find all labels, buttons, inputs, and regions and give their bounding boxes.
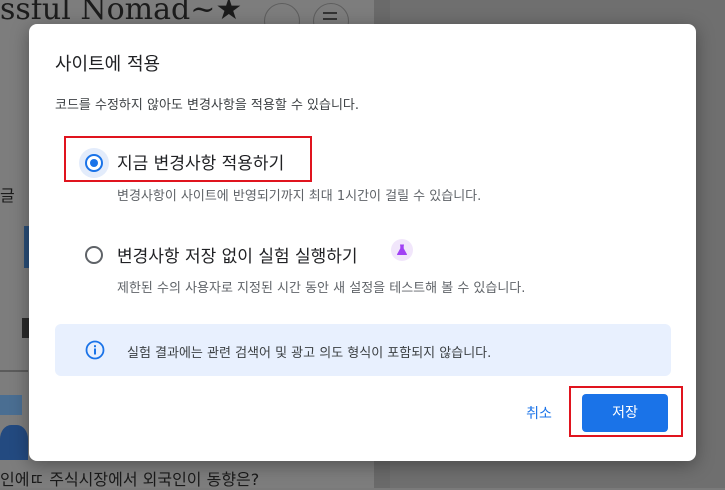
option-apply-now-description: 변경사항이 사이트에 반영되기까지 최대 1시간이 걸릴 수 있습니다.: [117, 189, 482, 204]
info-icon: [85, 340, 105, 360]
background-site-title: ssful Nomad~★: [0, 0, 243, 27]
option-apply-now-label[interactable]: 지금 변경사항 적용하기: [117, 149, 284, 174]
radio-apply-now[interactable]: [85, 154, 103, 172]
dialog-description: 코드를 수정하지 않아도 변경사항을 적용할 수 있습니다.: [55, 98, 360, 113]
info-text: 실험 결과에는 관련 검색어 및 광고 의도 형식이 포함되지 않습니다.: [127, 346, 492, 361]
background-text: 글: [0, 186, 15, 205]
save-button[interactable]: 저장: [582, 394, 668, 432]
info-banner: 실험 결과에는 관련 검색어 및 광고 의도 형식이 포함되지 않습니다.: [55, 324, 671, 376]
radio-run-experiment[interactable]: [85, 246, 103, 264]
background-thumbnail: [0, 395, 22, 415]
apply-to-site-dialog: 사이트에 적용 코드를 수정하지 않아도 변경사항을 적용할 수 있습니다. 지…: [29, 24, 696, 461]
background-article-title: 인에ㄸ 주식시장에서 외국인이 동향은?: [0, 470, 260, 489]
option-run-experiment-label[interactable]: 변경사항 저장 없이 실험 실행하기: [117, 242, 358, 267]
flask-icon: [391, 239, 413, 261]
radio-selected-dot: [90, 159, 98, 167]
cancel-button[interactable]: 취소: [514, 402, 564, 426]
background-logo: [0, 425, 28, 460]
background-divider: [0, 370, 28, 372]
option-run-experiment-description: 제한된 수의 사용자로 지정된 시간 동안 새 설정을 테스트해 볼 수 있습니…: [117, 281, 526, 296]
dialog-title: 사이트에 적용: [55, 54, 161, 75]
